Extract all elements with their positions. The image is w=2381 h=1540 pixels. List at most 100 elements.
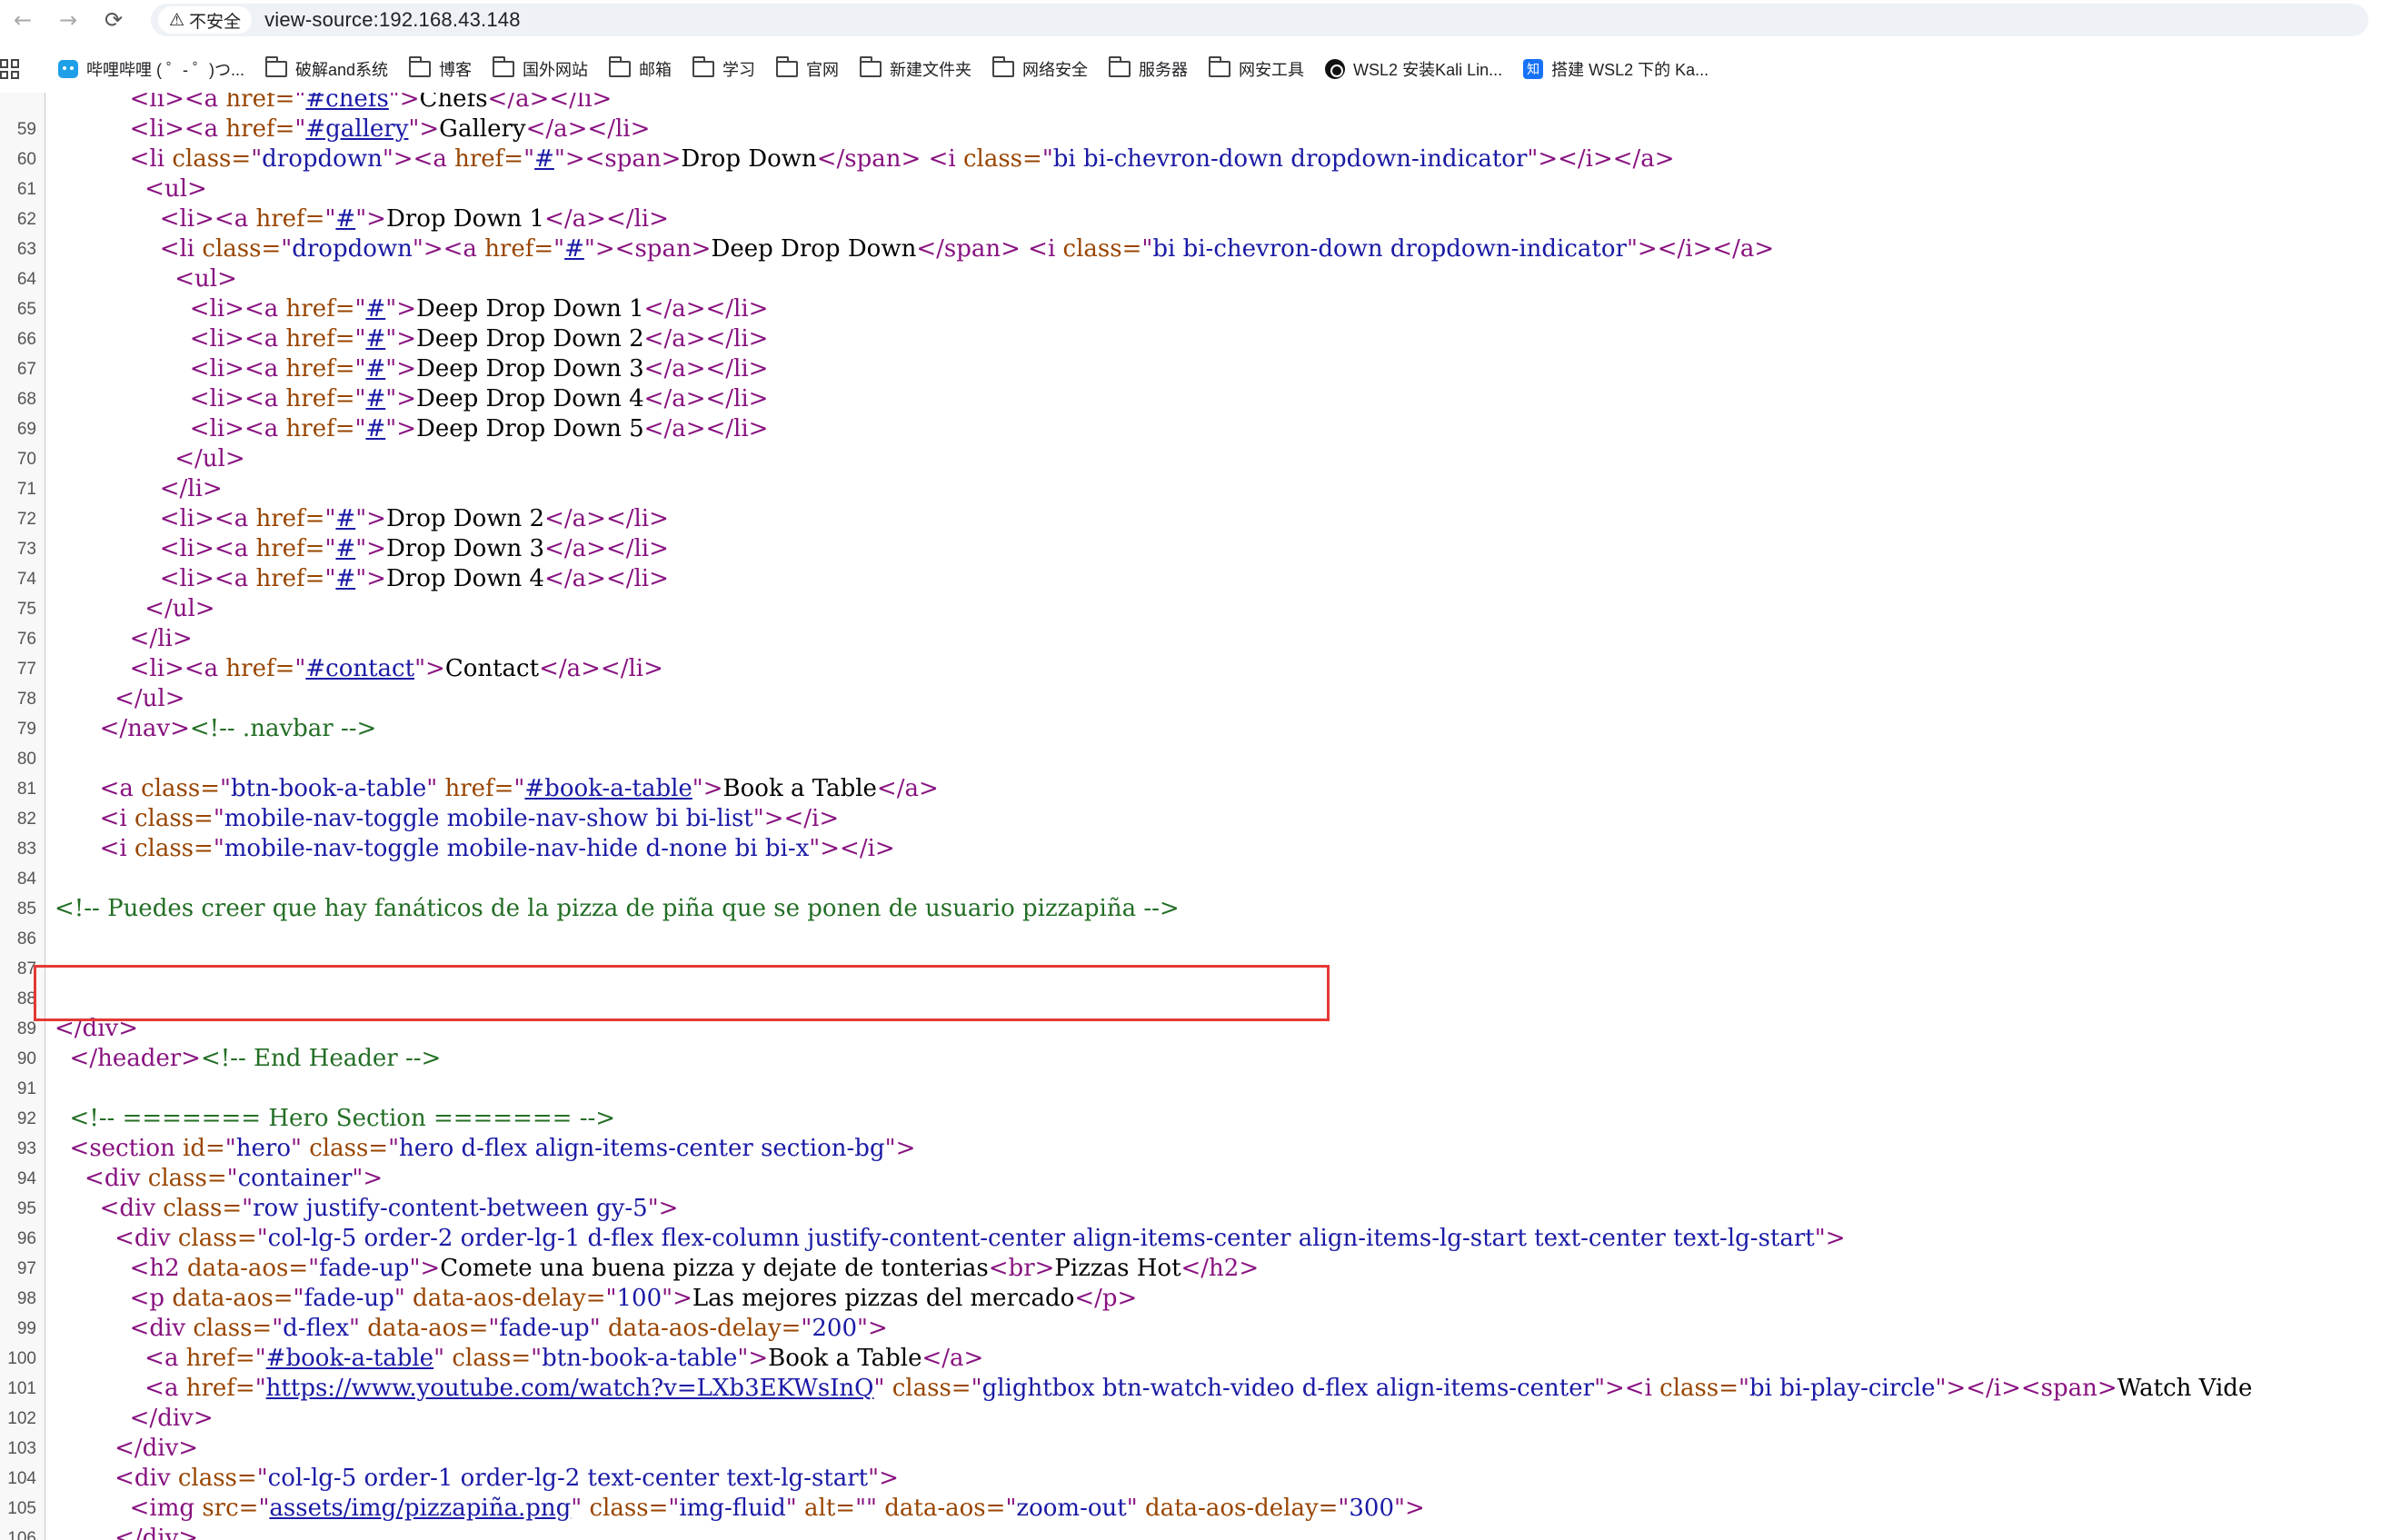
code-token-tag: <li><a	[55, 355, 286, 383]
code-token-link-value[interactable]: #chefs	[305, 93, 388, 113]
code-token-link-value[interactable]: #	[335, 565, 355, 592]
code-token-text: Book a Table	[722, 775, 877, 802]
line-code: <li><a href="#">Drop Down 4</a></li>	[55, 564, 669, 594]
code-token-link-value[interactable]: assets/img/pizzapiña.png	[269, 1495, 571, 1522]
code-token-attr-name: href=	[444, 775, 514, 802]
line-number: 103	[7, 1439, 36, 1458]
code-token-tag: "	[226, 1165, 238, 1192]
bookmark-item[interactable]: WSL2 安装Kali Lin...	[1325, 57, 1502, 81]
line-number: 75	[16, 600, 36, 619]
line-number: 59	[16, 120, 36, 139]
bookmark-item[interactable]: 学习	[692, 56, 755, 81]
browser-toolbar: ← → ⟳ ⚠ 不安全 view-source:192.168.43.148	[0, 0, 2381, 39]
reload-icon[interactable]: ⟳	[91, 0, 136, 39]
source-line: 95 <div class="row justify-content-betwe…	[0, 1194, 2381, 1224]
code-token-link-value[interactable]: #	[335, 505, 355, 532]
code-token-tag: "	[254, 1345, 266, 1372]
code-token-tag: <li><a	[55, 205, 256, 233]
bookmark-item[interactable]: 官网	[775, 56, 839, 81]
bookmark-item[interactable]: 国外网站	[492, 56, 588, 81]
code-token-tag: "	[785, 1495, 805, 1522]
code-token-attr-name: class=	[962, 145, 1042, 173]
source-line: 91	[0, 1074, 2381, 1104]
code-token-text: Pizzas Hot	[1054, 1255, 1181, 1282]
code-token-link-value[interactable]: #	[365, 355, 385, 383]
code-token-tag: ">	[884, 1135, 916, 1162]
code-token-link-value[interactable]: #	[534, 145, 554, 173]
line-code: <i class="mobile-nav-toggle mobile-nav-h…	[55, 834, 895, 864]
bookmark-item[interactable]: 哔哩哔哩 ( ゜- ゜)つ...	[58, 57, 244, 81]
apps-grid-icon[interactable]	[0, 59, 20, 79]
code-token-tag: "	[256, 1225, 268, 1252]
line-number: 74	[16, 570, 36, 589]
code-token-attr-name: class=	[589, 1495, 669, 1522]
line-number: 69	[16, 420, 36, 439]
code-token-attr-name: data-aos-delay=	[607, 1315, 802, 1342]
line-code: <li><a href="#gallery">Gallery</a></li>	[55, 114, 651, 144]
bookmark-item[interactable]: 邮箱	[608, 56, 672, 81]
bookmark-item[interactable]: 网安工具	[1208, 56, 1305, 81]
bookmark-label: 网络安全	[1022, 61, 1089, 79]
code-token-link-value[interactable]: #	[365, 385, 385, 412]
line-code: <li><a href="#">Deep Drop Down 2</a></li…	[55, 324, 769, 354]
code-token-link-value[interactable]: #	[365, 325, 385, 353]
code-token-attr-name: alt=	[804, 1495, 856, 1522]
code-token-link-value[interactable]: #	[335, 535, 355, 562]
source-line: 82 <i class="mobile-nav-toggle mobile-na…	[0, 804, 2381, 834]
code-token-link-value[interactable]: #book-a-table	[266, 1345, 433, 1372]
code-token-attr-value: hero	[235, 1135, 291, 1162]
code-token-link-value[interactable]: #	[365, 295, 385, 323]
bookmark-item[interactable]: 新建文件夹	[859, 56, 971, 81]
code-token-tag: "	[971, 1375, 982, 1402]
source-line: 89 </div>	[0, 1014, 2381, 1044]
code-token-tag: "	[324, 205, 336, 233]
source-line: 74 <li><a href="#">Drop Down 4</a></li>	[0, 564, 2381, 594]
code-token-tag: "	[308, 1255, 320, 1282]
code-token-tag: "	[426, 775, 445, 802]
code-token-attr-name: data-aos-delay=	[1144, 1495, 1339, 1522]
bookmark-item[interactable]: 博客	[408, 56, 472, 81]
code-token-link-value[interactable]: #contact	[305, 655, 414, 682]
bookmark-item[interactable]: 知搭建 WSL2 下的 Ka...	[1523, 57, 1709, 81]
bookmark-item[interactable]: 服务器	[1108, 56, 1188, 81]
code-token-tag: "	[553, 235, 565, 263]
address-bar[interactable]: ⚠ 不安全 view-source:192.168.43.148	[151, 4, 2368, 36]
code-token-attr-value: d-flex	[283, 1315, 349, 1342]
code-token-tag: ""	[855, 1495, 885, 1522]
line-code: <li><a href="#">Drop Down 1</a></li>	[55, 204, 669, 234]
line-code: </li>	[55, 624, 193, 654]
code-token-text: Book a Table	[768, 1345, 922, 1372]
code-token-comment: <!-- .navbar -->	[189, 715, 377, 742]
code-token-link-value[interactable]: #	[335, 205, 355, 233]
code-token-attr-value: 100	[616, 1285, 662, 1312]
line-number: 88	[16, 989, 36, 1008]
line-number: 101	[7, 1379, 36, 1398]
source-line: 71 </li>	[0, 474, 2381, 504]
code-token-tag: "	[394, 1285, 413, 1312]
code-token-link-value[interactable]: #	[564, 235, 584, 263]
line-number: 81	[16, 780, 36, 799]
source-line: 59 <li><a href="#gallery">Gallery</a></l…	[0, 114, 2381, 144]
security-chip[interactable]: ⚠ 不安全	[158, 6, 253, 34]
bookmark-label: 网安工具	[1239, 61, 1305, 79]
source-viewer[interactable]: <li><a href="#chefs">Chefs</a></li> 59 <l…	[0, 93, 2381, 1540]
line-number: 102	[7, 1409, 36, 1428]
code-token-comment: <!-- Puedes creer que hay fanáticos de l…	[55, 895, 1180, 922]
code-token-tag: <p	[55, 1285, 173, 1312]
bookmark-item[interactable]: 破解and系统	[264, 56, 388, 81]
code-token-tag: "	[294, 93, 306, 113]
code-token-link-value[interactable]: https://www.youtube.com/watch?v=LXb3EKWs…	[266, 1375, 874, 1402]
url-text[interactable]: view-source:192.168.43.148	[264, 8, 521, 32]
code-token-tag: ">	[355, 205, 386, 233]
code-token-link-value[interactable]: #gallery	[305, 115, 408, 143]
code-token-tag: "	[354, 325, 366, 353]
back-icon[interactable]: ←	[0, 0, 45, 39]
code-token-link-value[interactable]: #book-a-table	[524, 775, 692, 802]
bookmark-item[interactable]: 网络安全	[991, 56, 1089, 81]
code-token-link-value[interactable]: #	[365, 415, 385, 442]
folder-icon	[991, 56, 1015, 77]
line-code: <li><a href="#">Drop Down 3</a></li>	[55, 534, 669, 564]
code-token-tag: "></i></a>	[1626, 235, 1775, 263]
forward-icon[interactable]: →	[45, 0, 91, 39]
bookmark-label: WSL2 安装Kali Lin...	[1353, 61, 1503, 79]
